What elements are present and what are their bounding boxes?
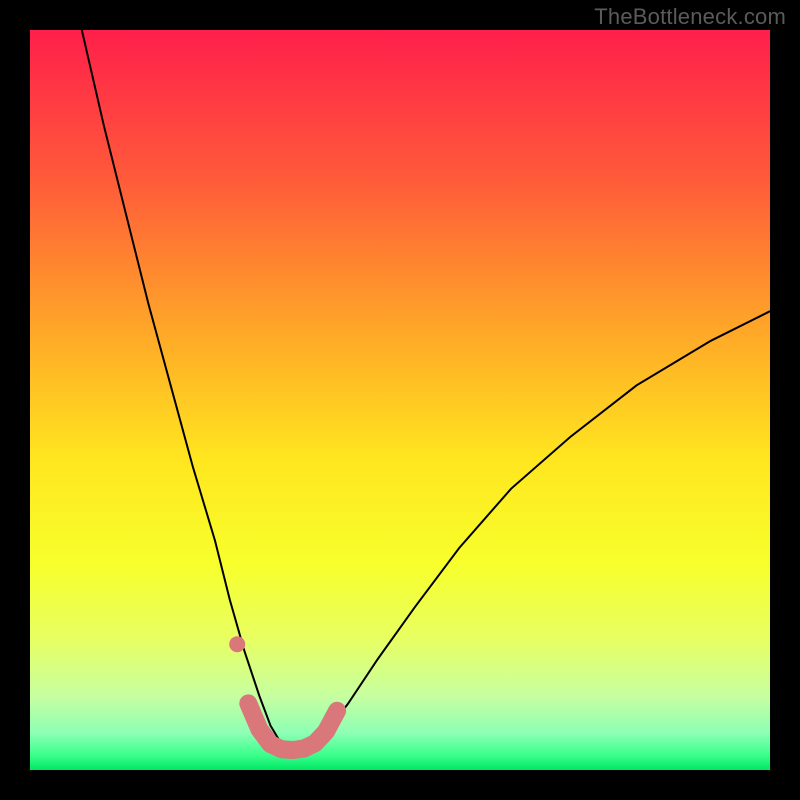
curve-layer <box>30 30 770 770</box>
highlight-trough <box>248 703 337 750</box>
watermark-text: TheBottleneck.com <box>594 4 786 30</box>
chart-frame: TheBottleneck.com <box>0 0 800 800</box>
bottleneck-curve <box>82 30 770 752</box>
plot-area <box>30 30 770 770</box>
highlight-dot <box>229 636 245 652</box>
